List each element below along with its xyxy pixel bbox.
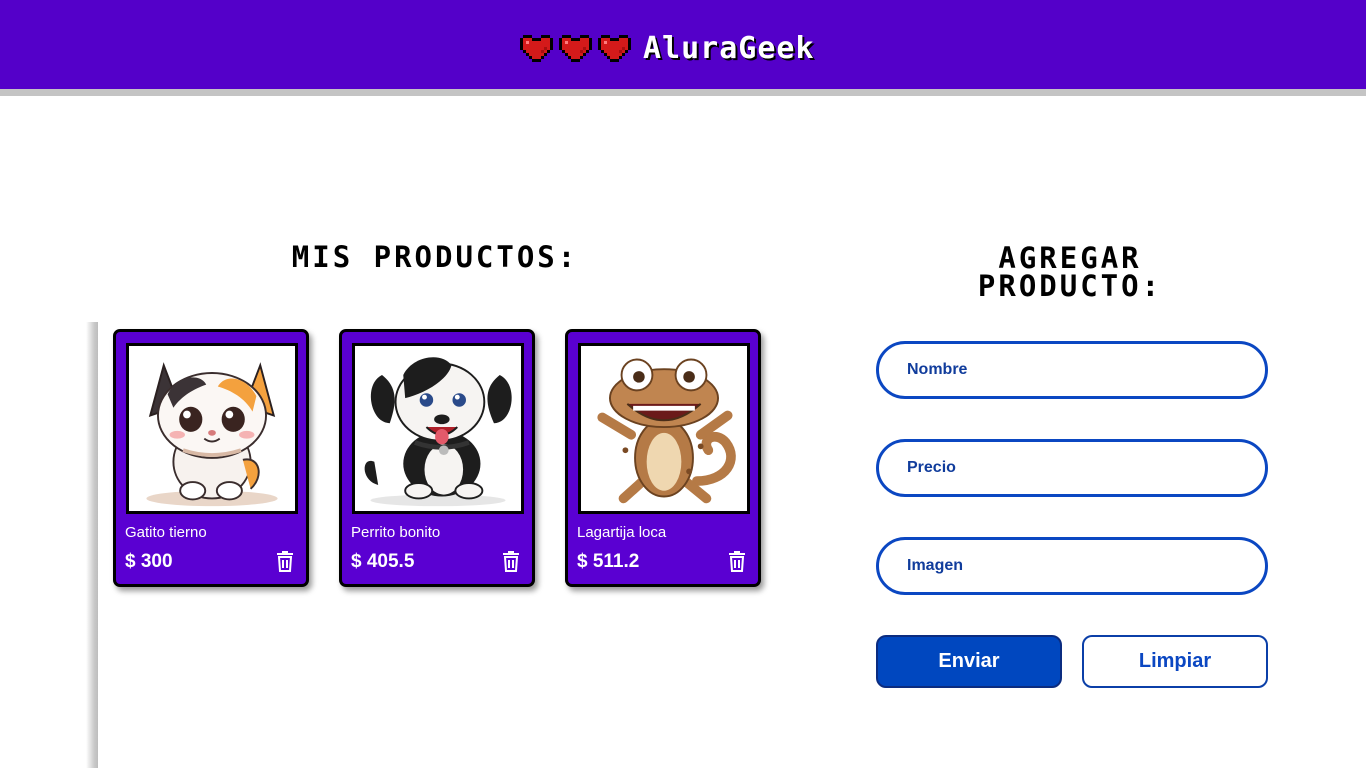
heart-icon	[598, 34, 631, 62]
product-card: Perrito bonito $ 405.5	[339, 329, 535, 587]
product-card: Lagartija loca $ 511.2	[565, 329, 761, 587]
clear-button[interactable]: Limpiar	[1082, 635, 1268, 688]
product-price: $ 511.2	[577, 551, 640, 572]
trash-icon[interactable]	[727, 550, 747, 572]
product-price: $ 405.5	[351, 551, 415, 572]
products-title: MIS PRODUCTOS:	[291, 240, 579, 274]
heart-icon	[559, 34, 592, 62]
product-price: $ 300	[125, 551, 173, 572]
trash-icon[interactable]	[501, 550, 521, 572]
product-name: Perrito bonito	[351, 524, 441, 541]
add-product-title: AGREGAR PRODUCTO:	[900, 244, 1240, 303]
brand-name: AluraGeek	[643, 30, 815, 66]
kitten-image	[126, 343, 298, 514]
name-input[interactable]	[876, 341, 1268, 399]
puppy-image	[352, 343, 524, 514]
trash-icon[interactable]	[275, 550, 295, 572]
product-name: Gatito tierno	[125, 524, 207, 541]
lizard-image	[578, 343, 750, 514]
heart-icon	[520, 34, 553, 62]
price-input[interactable]	[876, 439, 1268, 497]
add-product-title-line2: PRODUCTO:	[977, 269, 1163, 303]
brand-logo[interactable]: AluraGeek	[520, 30, 815, 66]
send-button[interactable]: Enviar	[876, 635, 1062, 688]
image-input[interactable]	[876, 537, 1268, 595]
product-name: Lagartija loca	[577, 524, 667, 541]
site-header: AluraGeek	[0, 0, 1366, 96]
product-card: Gatito tierno $ 300	[113, 329, 309, 587]
section-divider	[86, 322, 98, 768]
